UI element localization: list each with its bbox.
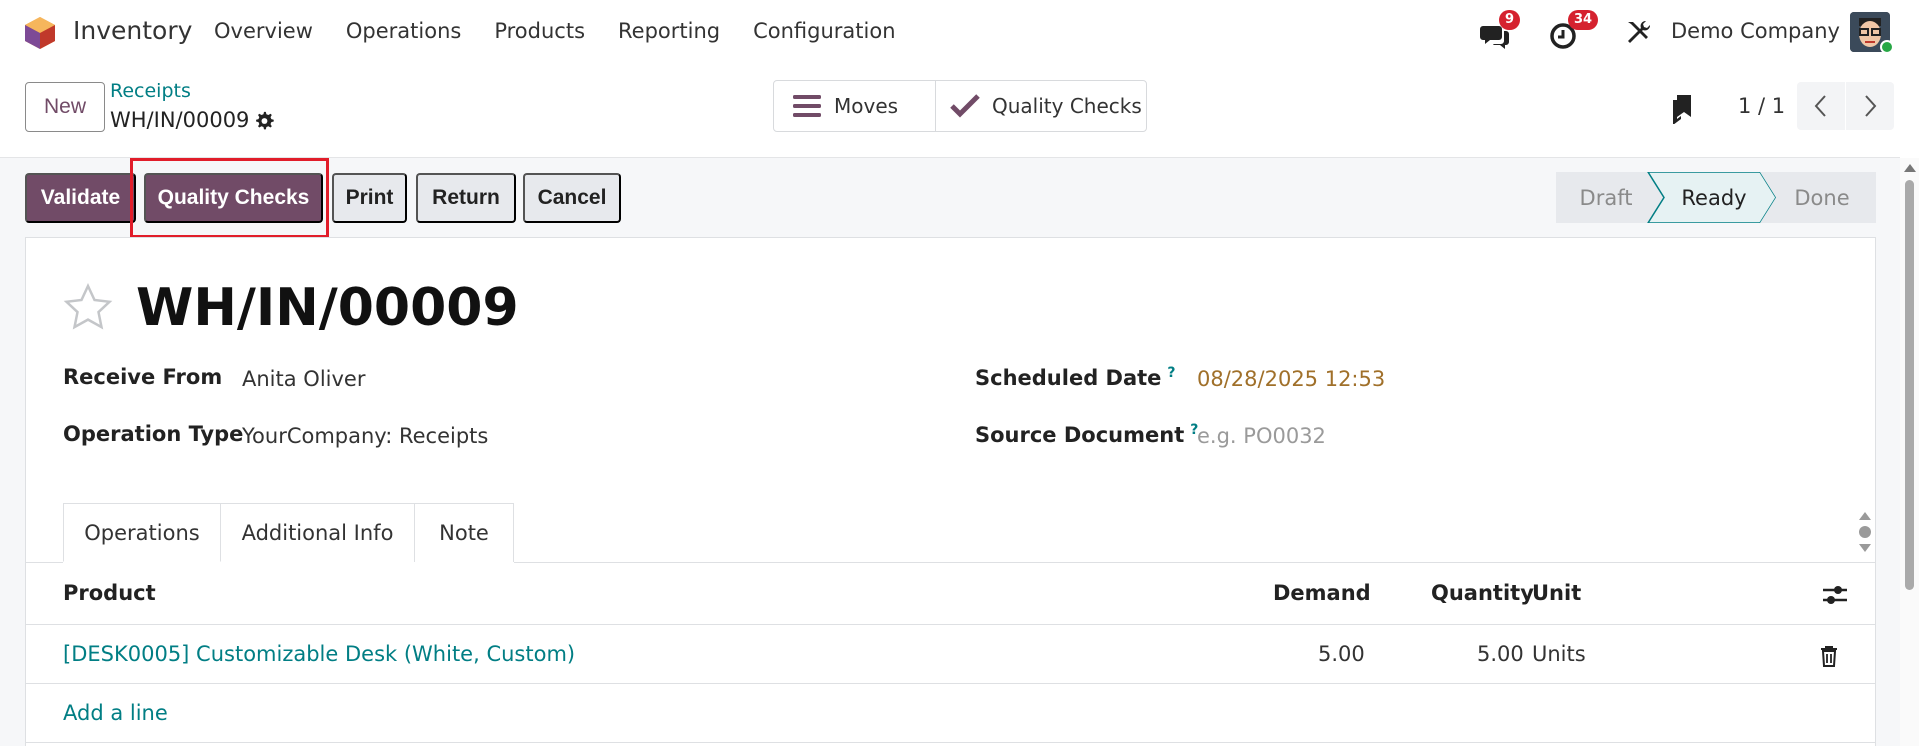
scrollbar-thumb[interactable] (1905, 180, 1914, 590)
validate-button[interactable]: Validate (25, 173, 136, 223)
highlight-box (130, 158, 329, 238)
new-button[interactable]: New (25, 82, 105, 132)
company-switcher[interactable]: Demo Company (1671, 19, 1840, 43)
demand-cell[interactable]: 5.00 (1318, 642, 1365, 666)
cancel-button[interactable]: Cancel (523, 173, 621, 223)
scroll-up-arrow-icon[interactable] (1903, 163, 1917, 173)
add-line-link[interactable]: Add a line (63, 701, 168, 725)
quality-checks-smart-button[interactable]: Quality Checks (935, 80, 1147, 132)
unit-cell[interactable]: Units (1532, 642, 1586, 666)
product-cell[interactable]: [DESK0005] Customizable Desk (White, Cus… (63, 642, 575, 666)
menu-reporting[interactable]: Reporting (618, 19, 720, 43)
quantity-cell[interactable]: 5.00 (1477, 642, 1524, 666)
breadcrumb-receipts[interactable]: Receipts (110, 80, 191, 102)
menu-operations[interactable]: Operations (346, 19, 461, 43)
scheduled-date-label: Scheduled Date? (975, 365, 1176, 390)
moves-smart-button[interactable]: Moves (773, 80, 936, 132)
online-status-dot (1880, 40, 1894, 54)
breadcrumb-current: WH/IN/00009 (110, 108, 250, 132)
tools-icon[interactable] (1624, 18, 1652, 46)
bottom-divider (25, 742, 1876, 743)
return-button[interactable]: Return (416, 173, 516, 223)
column-settings-icon[interactable] (1822, 583, 1848, 607)
top-navbar: Inventory Overview Operations Products R… (0, 0, 1919, 64)
operation-type-label: Operation Type (63, 422, 244, 446)
source-document-label: Source Document? (975, 422, 1199, 447)
tab-additional-info[interactable]: Additional Info (221, 503, 415, 562)
menu-configuration[interactable]: Configuration (753, 19, 895, 43)
receive-from-field[interactable]: Anita Oliver (242, 367, 365, 391)
chevron-left-icon (1814, 95, 1826, 117)
source-document-input[interactable]: e.g. PO0032 (1197, 424, 1326, 448)
column-unit[interactable]: Unit (1532, 581, 1581, 605)
messages-button[interactable]: 9 (1475, 10, 1525, 54)
gear-icon[interactable] (253, 110, 275, 132)
pager-next-button[interactable] (1846, 82, 1894, 130)
scheduled-date-help-icon[interactable]: ? (1167, 365, 1175, 381)
star-icon[interactable] (63, 283, 113, 331)
record-title: WH/IN/00009 (136, 278, 519, 338)
receive-from-label: Receive From (63, 365, 223, 389)
tab-note[interactable]: Note (415, 503, 514, 562)
status-ready[interactable]: Ready (1660, 172, 1768, 223)
inventory-app-icon[interactable] (24, 16, 56, 50)
check-icon (950, 94, 980, 118)
tabs-divider (25, 562, 63, 563)
column-product[interactable]: Product (63, 581, 156, 605)
pager-value[interactable]: 1 / 1 (1738, 94, 1785, 118)
pager-previous-button[interactable] (1797, 82, 1845, 130)
notebook-tabs: Operations Additional Info Note (63, 503, 514, 562)
status-bar: Draft Ready Done (1556, 172, 1876, 223)
tabs-divider-right (514, 562, 1876, 563)
messages-badge: 9 (1499, 10, 1521, 30)
moves-label: Moves (834, 94, 899, 118)
column-quantity[interactable]: Quantity (1431, 581, 1534, 605)
operation-type-field[interactable]: YourCompany: Receipts (242, 424, 488, 448)
activities-button[interactable]: 34 (1545, 10, 1605, 54)
tab-operations[interactable]: Operations (63, 503, 221, 562)
menu-products[interactable]: Products (494, 19, 585, 43)
list-icon (793, 95, 821, 117)
status-draft[interactable]: Draft (1556, 172, 1656, 223)
row-divider (25, 683, 1876, 684)
column-demand[interactable]: Demand (1273, 581, 1371, 605)
menu-overview[interactable]: Overview (214, 19, 313, 43)
bookmarks-icon[interactable] (1670, 94, 1694, 124)
trash-icon[interactable] (1819, 645, 1839, 667)
activities-badge: 34 (1568, 10, 1599, 30)
scheduled-date-field[interactable]: 08/28/2025 12:53 (1197, 367, 1385, 391)
chevron-right-icon (1865, 95, 1877, 117)
app-name[interactable]: Inventory (73, 16, 192, 45)
scroll-handle-icon[interactable] (1857, 508, 1873, 556)
print-button[interactable]: Print (332, 173, 407, 223)
main-menu: Overview Operations Products Reporting C… (214, 19, 929, 43)
status-done[interactable]: Done (1772, 172, 1872, 223)
header-divider (25, 624, 1876, 625)
quality-checks-label: Quality Checks (992, 94, 1142, 118)
